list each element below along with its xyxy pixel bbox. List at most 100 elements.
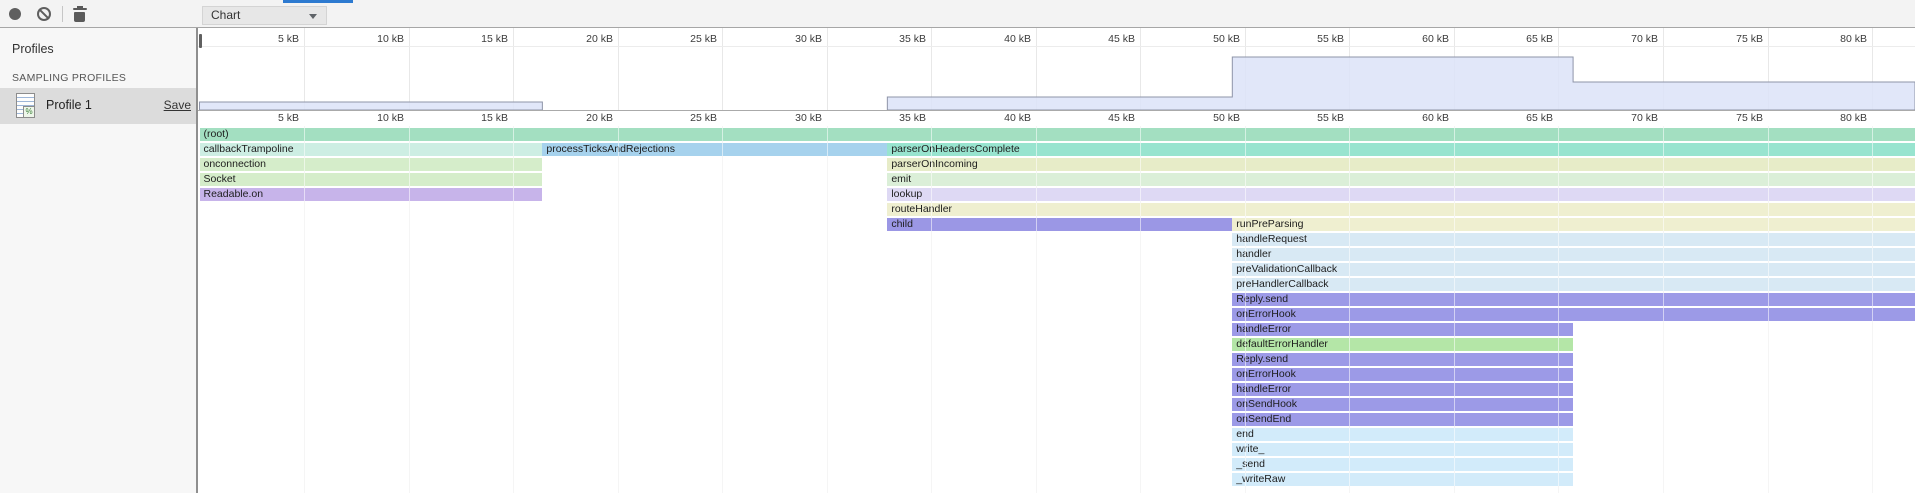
flame-frame-callbackTrampoline[interactable]: callbackTrampoline xyxy=(200,143,543,156)
tick-label: 80 kB xyxy=(1813,33,1867,45)
flame-frame-preValidationCallback[interactable]: preValidationCallback xyxy=(1232,263,1915,276)
flame-frame-onconnection[interactable]: onconnection xyxy=(200,158,543,171)
flame-frame-handleError[interactable]: handleError xyxy=(1232,323,1573,336)
flame-frame-Socket[interactable]: Socket xyxy=(200,173,543,186)
flame-frame-onErrorHook[interactable]: onErrorHook xyxy=(1232,368,1573,381)
flame-frame-end[interactable]: end xyxy=(1232,428,1573,441)
flame-frame-label: parserOnHeadersComplete xyxy=(887,143,1019,155)
flame-frame-label: callbackTrampoline xyxy=(200,143,294,155)
flame-frame-emit[interactable]: emit xyxy=(887,173,1915,186)
flame-frame-label: onSendEnd xyxy=(1232,413,1291,425)
flame-frame-Reply.send[interactable]: Reply.send xyxy=(1232,293,1915,306)
flame-frame-processTicksAndRejections[interactable]: processTicksAndRejections xyxy=(542,143,887,156)
tick-label: 55 kB xyxy=(1290,33,1344,45)
gridline-overlay xyxy=(304,126,305,493)
flame-frame-label: onconnection xyxy=(200,158,266,170)
flame-frame-label: preValidationCallback xyxy=(1232,263,1337,275)
tick-label: 40 kB xyxy=(977,112,1031,124)
delete-profile-icon[interactable] xyxy=(73,6,87,22)
flame-frame-label: lookup xyxy=(887,188,922,200)
record-heap-profile-button[interactable] xyxy=(9,8,21,20)
flame-frame-Readable.on[interactable]: Readable.on xyxy=(200,188,543,201)
flame-frame-handleError[interactable]: handleError xyxy=(1232,383,1573,396)
flame-frame-label: handleRequest xyxy=(1232,233,1307,245)
flame-frame-label: write_ xyxy=(1232,443,1264,455)
flame-frame-label: defaultErrorHandler xyxy=(1232,338,1328,350)
gridline-overlay xyxy=(1454,126,1455,493)
profiler-toolbar: Chart xyxy=(0,0,1915,28)
flame-frame-label: _writeRaw xyxy=(1232,473,1285,485)
flame-frame-child[interactable]: child xyxy=(887,218,1232,231)
gridline-overlay xyxy=(618,126,619,493)
tick-label: 65 kB xyxy=(1499,112,1553,124)
flame-frame-parserOnIncoming[interactable]: parserOnIncoming xyxy=(887,158,1915,171)
heap-profile-icon: % xyxy=(16,93,35,118)
gridline-overlay xyxy=(1663,126,1664,493)
profile-name: Profile 1 xyxy=(46,98,92,112)
flame-frame-defaultErrorHandler[interactable]: defaultErrorHandler xyxy=(1232,338,1573,351)
flame-frame-write_[interactable]: write_ xyxy=(1232,443,1573,456)
flame-frame-preHandlerCallback[interactable]: preHandlerCallback xyxy=(1232,278,1915,291)
flame-frame-label: Reply.send xyxy=(1232,353,1288,365)
clear-profiles-icon[interactable] xyxy=(37,7,51,21)
tick-label: 40 kB xyxy=(977,33,1031,45)
gridline-overlay xyxy=(1140,126,1141,493)
flame-frame-onSendEnd[interactable]: onSendEnd xyxy=(1232,413,1573,426)
flame-frame-label: onSendHook xyxy=(1232,398,1297,410)
gridline-overlay xyxy=(827,126,828,493)
flame-frame-_writeRaw[interactable]: _writeRaw xyxy=(1232,473,1573,486)
tick-label: 55 kB xyxy=(1290,112,1344,124)
tick-label: 60 kB xyxy=(1395,112,1449,124)
gridline-overlay xyxy=(1768,126,1769,493)
flame-frame-parserOnHeadersComplete[interactable]: parserOnHeadersComplete xyxy=(887,143,1915,156)
sidebar-title: Profiles xyxy=(12,42,54,56)
chart-main: 5 kB 10 kB 15 kB 20 kB 25 kB 30 kB 35 kB 40 kB 4… xyxy=(198,28,1915,493)
gridline-overlay xyxy=(1245,126,1246,493)
flame-frame-_send[interactable]: _send xyxy=(1232,458,1573,471)
sampling-profiles-section-label: SAMPLING PROFILES xyxy=(12,72,126,84)
flame-frame-routeHandler[interactable]: routeHandler xyxy=(887,203,1915,216)
view-mode-select[interactable]: Chart xyxy=(202,6,327,25)
flame-frame-Reply.send[interactable]: Reply.send xyxy=(1232,353,1573,366)
tick-label: 5 kB xyxy=(245,33,299,45)
memory-profiler-panel: Chart Profiles SAMPLING PROFILES % Profi… xyxy=(0,0,1915,493)
gridline-overlay xyxy=(1036,126,1037,493)
flame-frame-handler[interactable]: handler xyxy=(1232,248,1915,261)
tick-label: 10 kB xyxy=(350,33,404,45)
tick-label: 20 kB xyxy=(559,33,613,45)
flame-frame-label: (root) xyxy=(200,128,229,140)
flame-frame-label: _send xyxy=(1232,458,1265,470)
flame-frame-label: end xyxy=(1232,428,1254,440)
flame-frame-label: Socket xyxy=(200,173,236,185)
overview-selection-handle[interactable] xyxy=(199,34,202,48)
flame-frame-root[interactable]: (root) xyxy=(200,128,1915,141)
flame-frame-label: handler xyxy=(1232,248,1271,260)
flame-frame-onSendHook[interactable]: onSendHook xyxy=(1232,398,1573,411)
flame-frame-label: Reply.send xyxy=(1232,293,1288,305)
tick-label: 60 kB xyxy=(1395,33,1449,45)
sidebar-item-profile-1[interactable]: % Profile 1 Save xyxy=(0,88,196,124)
tick-label: 30 kB xyxy=(768,112,822,124)
flame-frame-label: runPreParsing xyxy=(1232,218,1303,230)
flame-frame-label: Readable.on xyxy=(200,188,264,200)
tick-label: 35 kB xyxy=(872,112,926,124)
flame-frame-runPreParsing[interactable]: runPreParsing xyxy=(1232,218,1915,231)
flamechart-area[interactable]: (root) callbackTrampoline processTicksAndR… xyxy=(198,126,1915,493)
allocation-overview-pane[interactable]: 5 kB10 kB15 kB20 kB25 kB30 kB35 kB40 kB4… xyxy=(198,28,1915,111)
flame-frame-lookup[interactable]: lookup xyxy=(887,188,1915,201)
tick-label: 5 kB xyxy=(245,112,299,124)
gridline-overlay xyxy=(513,126,514,493)
tick-label: 15 kB xyxy=(454,112,508,124)
gridline-overlay xyxy=(1558,126,1559,493)
tick-label: 65 kB xyxy=(1499,33,1553,45)
flame-frame-label: onErrorHook xyxy=(1232,308,1296,320)
flame-frame-label: routeHandler xyxy=(887,203,952,215)
flame-frame-onErrorHook[interactable]: onErrorHook xyxy=(1232,308,1915,321)
tick-label: 30 kB xyxy=(768,33,822,45)
flame-frame-handleRequest[interactable]: handleRequest xyxy=(1232,233,1915,246)
tick-label: 45 kB xyxy=(1081,112,1135,124)
tick-label: 45 kB xyxy=(1081,33,1135,45)
save-profile-link[interactable]: Save xyxy=(164,98,191,112)
tick-label: 25 kB xyxy=(663,112,717,124)
tick-label: 80 kB xyxy=(1813,112,1867,124)
